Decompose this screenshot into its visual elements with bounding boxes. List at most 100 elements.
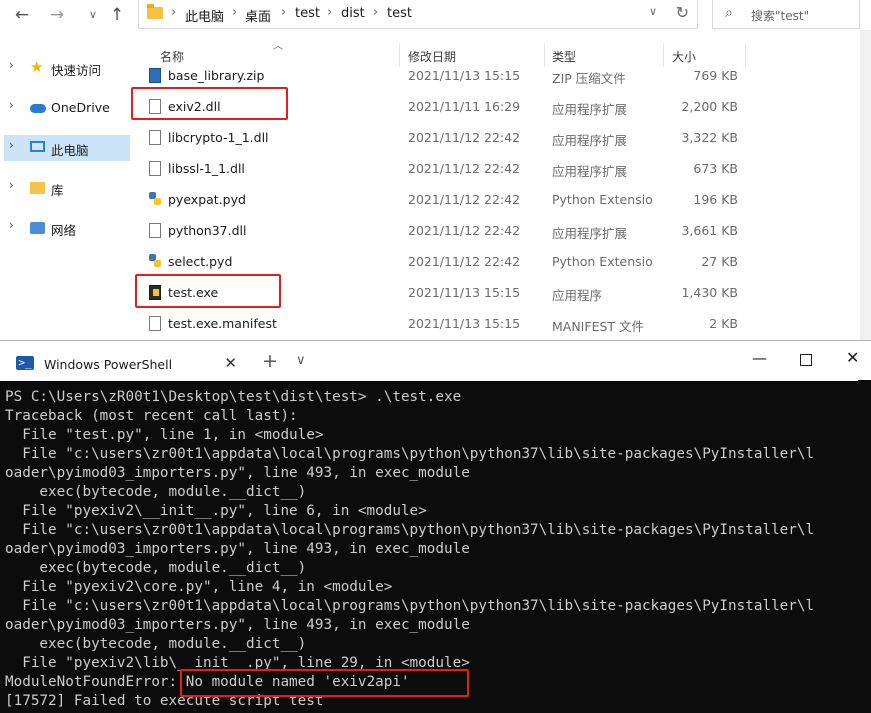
recent-locations-chevron-icon[interactable]: ∨ <box>80 2 106 28</box>
file-date: 2021/11/12 22:42 <box>408 130 521 145</box>
breadcrumb-separator-icon: › <box>171 5 177 20</box>
address-bar[interactable]: › 此电脑 › 桌面 › test › dist › test ∨ ↻ <box>138 0 698 29</box>
terminal-output[interactable]: PS C:\Users\zR00t1\Desktop\test\dist\tes… <box>5 388 858 713</box>
network-icon <box>30 222 45 234</box>
file-row[interactable]: libcrypto-1_1.dll 2021/11/12 22:42 应用程序扩… <box>130 124 860 155</box>
computer-icon <box>30 141 45 152</box>
chevron-right-icon[interactable]: › <box>9 218 14 232</box>
minimize-icon[interactable]: — <box>752 349 767 367</box>
nav-item-network[interactable]: › 网络 <box>0 215 126 241</box>
window-close-icon[interactable]: ✕ <box>846 348 859 367</box>
breadcrumb-item[interactable]: 桌面 <box>245 6 271 25</box>
search-input[interactable]: 搜索"test" <box>751 7 809 24</box>
file-name: select.pyd <box>168 254 233 269</box>
nav-item-label: 此电脑 <box>51 143 89 158</box>
zip-file-icon <box>149 68 161 83</box>
breadcrumb-item[interactable]: test <box>295 6 320 21</box>
library-folder-icon <box>30 182 45 194</box>
file-name: libcrypto-1_1.dll <box>168 130 269 145</box>
nav-item-libraries[interactable]: › 库 <box>0 175 126 201</box>
highlight-box-error-message <box>180 669 469 697</box>
forward-arrow-icon[interactable]: → <box>44 2 70 28</box>
dll-file-icon <box>149 130 161 145</box>
chevron-right-icon[interactable]: › <box>9 178 14 192</box>
back-arrow-icon[interactable]: ← <box>9 2 35 28</box>
terminal-line: PS C:\Users\zR00t1\Desktop\test\dist\tes… <box>5 389 462 405</box>
file-name: libssl-1_1.dll <box>168 161 245 176</box>
nav-item-this-pc[interactable]: › 此电脑 <box>4 135 130 161</box>
file-type: Python Extensio... <box>552 254 652 269</box>
terminal-tab[interactable]: >_ Windows PowerShell ✕ <box>6 347 245 381</box>
vertical-scrollbar[interactable] <box>860 30 871 340</box>
terminal-line: File "c:\users\zr00t1\appdata\local\prog… <box>5 598 815 614</box>
python-file-icon <box>149 254 161 269</box>
file-date: 2021/11/12 22:42 <box>408 192 521 207</box>
sort-ascending-icon: ︿ <box>273 41 283 52</box>
file-type: 应用程序扩展 <box>552 133 628 148</box>
close-tab-icon[interactable]: ✕ <box>224 354 237 372</box>
file-type: MANIFEST 文件 <box>552 319 645 334</box>
chevron-right-icon[interactable]: › <box>9 58 14 72</box>
folder-icon <box>147 4 163 19</box>
file-size: 1,430 KB <box>681 285 738 300</box>
search-box[interactable]: ⌕ 搜索"test" <box>712 0 860 29</box>
terminal-line: oader\pyimod03_importers.py", line 493, … <box>5 541 470 557</box>
breadcrumb-item[interactable]: dist <box>341 6 365 21</box>
terminal-scrollbar[interactable] <box>858 380 871 713</box>
tab-dropdown-chevron-icon[interactable]: ∨ <box>296 353 306 368</box>
up-arrow-icon[interactable]: ↑ <box>104 2 130 28</box>
powershell-icon: >_ <box>16 356 34 370</box>
terminal-line: File "pyexiv2\core.py", line 4, in <modu… <box>5 579 393 595</box>
nav-item-label: 快速访问 <box>51 63 102 78</box>
breadcrumb-separator-icon: › <box>373 5 379 20</box>
file-type: Python Extensio... <box>552 192 652 207</box>
breadcrumb-item[interactable]: 此电脑 <box>185 6 224 25</box>
file-date: 2021/11/13 15:15 <box>408 285 521 300</box>
dll-file-icon <box>149 223 161 238</box>
file-date: 2021/11/12 22:42 <box>408 161 521 176</box>
file-size: 196 KB <box>693 192 738 207</box>
nav-item-onedrive[interactable]: › OneDrive <box>0 95 126 121</box>
file-date: 2021/11/13 15:15 <box>408 68 521 83</box>
file-size: 673 KB <box>693 161 738 176</box>
file-row[interactable]: python37.dll 2021/11/12 22:42 应用程序扩展 3,6… <box>130 217 860 248</box>
file-date: 2021/11/12 22:42 <box>408 223 521 238</box>
new-tab-plus-icon[interactable]: + <box>262 351 278 371</box>
terminal-line: File "pyexiv2\__init__.py", line 6, in <… <box>5 503 427 519</box>
file-name: python37.dll <box>168 223 247 238</box>
terminal-line: exec(bytecode, module.__dict__) <box>5 484 307 500</box>
nav-item-label: OneDrive <box>51 100 110 115</box>
file-row[interactable]: libssl-1_1.dll 2021/11/12 22:42 应用程序扩展 6… <box>130 155 860 186</box>
file-row[interactable]: test.exe.manifest 2021/11/13 15:15 MANIF… <box>130 310 860 340</box>
terminal-line: oader\pyimod03_importers.py", line 493, … <box>5 617 470 633</box>
nav-item-label: 网络 <box>51 223 77 238</box>
file-size: 2 KB <box>709 316 738 331</box>
nav-item-quick-access[interactable]: › ★ 快速访问 <box>0 55 126 81</box>
file-date: 2021/11/11 16:29 <box>408 99 521 114</box>
tab-title: Windows PowerShell <box>44 357 173 372</box>
dll-file-icon <box>149 161 161 176</box>
address-dropdown-chevron-icon[interactable]: ∨ <box>649 5 657 18</box>
highlight-box-exiv2-dll <box>131 87 288 120</box>
refresh-icon[interactable]: ↻ <box>676 3 689 22</box>
cloud-icon <box>30 104 46 113</box>
file-explorer-window: ← → ∨ ↑ › 此电脑 › 桌面 › test › dist › test … <box>0 0 871 340</box>
highlight-box-test-exe <box>135 274 281 308</box>
breadcrumb-separator-icon: › <box>281 5 287 20</box>
breadcrumb-item[interactable]: test <box>387 6 412 21</box>
terminal-line: File "c:\users\zr00t1\appdata\local\prog… <box>5 446 815 462</box>
star-icon: ★ <box>30 58 44 76</box>
file-type: 应用程序 <box>552 288 603 303</box>
file-row[interactable]: pyexpat.pyd 2021/11/12 22:42 Python Exte… <box>130 186 860 217</box>
file-size: 769 KB <box>693 68 738 83</box>
file-size: 27 KB <box>701 254 738 269</box>
nav-item-label: 库 <box>51 183 64 198</box>
maximize-icon[interactable] <box>800 354 812 366</box>
chevron-right-icon[interactable]: › <box>9 98 14 112</box>
terminal-line: Traceback (most recent call last): <box>5 408 298 424</box>
chevron-right-icon[interactable]: › <box>9 138 14 152</box>
file-date: 2021/11/12 22:42 <box>408 254 521 269</box>
terminal-line: exec(bytecode, module.__dict__) <box>5 636 307 652</box>
python-file-icon <box>149 192 161 207</box>
breadcrumb-separator-icon: › <box>327 5 333 20</box>
